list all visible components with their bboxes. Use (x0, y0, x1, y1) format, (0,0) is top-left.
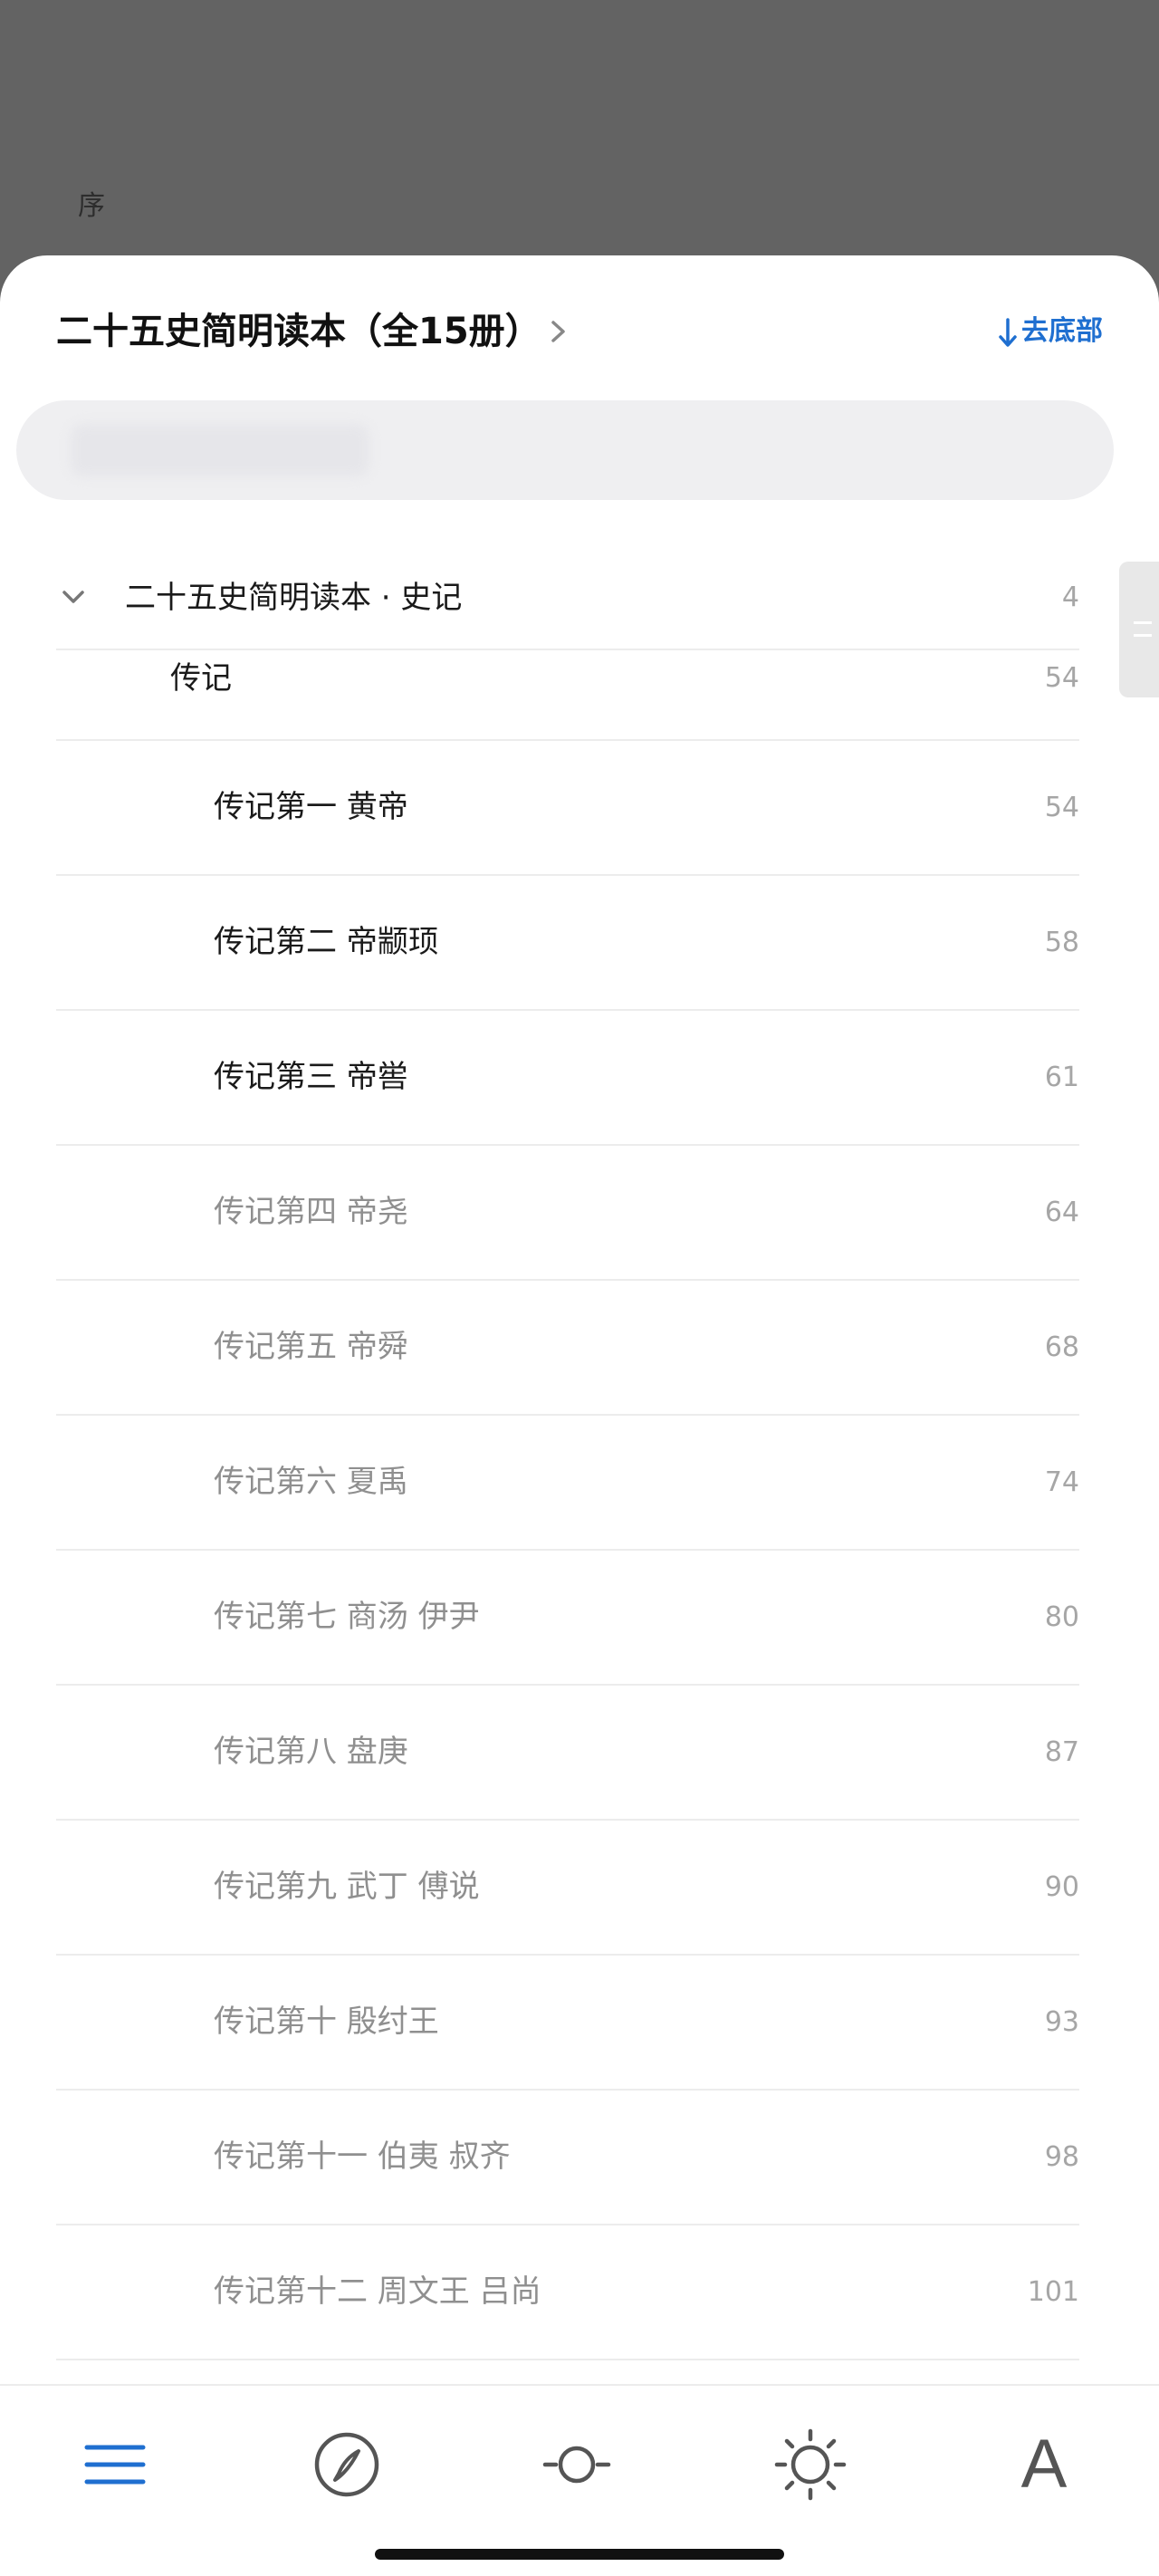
toc-list: 二十五史简明读本 · 史记 4 传记 54 传记第一 黄帝 54 传记第二 帝颛顼 5… (56, 547, 1079, 2360)
toc-item-label: 传记第三 帝喾 (214, 1059, 408, 1095)
toc-section-label: 二十五史简明读本 · 史记 (125, 580, 463, 616)
toc-item-label: 传记第八 盘庚 (214, 1734, 408, 1770)
book-title[interactable]: 二十五史简明读本（全15册） (56, 303, 541, 360)
progress-icon[interactable] (536, 2424, 618, 2505)
toc-subsection-label: 传记 (170, 660, 232, 697)
toc-item-label: 传记第五 帝舜 (214, 1329, 408, 1365)
toc-item-label: 传记第九 武丁 傅说 (214, 1869, 480, 1905)
chevron-down-icon[interactable] (60, 583, 87, 610)
toc-item-label: 传记第六 夏禹 (214, 1464, 408, 1500)
home-indicator (375, 2549, 784, 2560)
scroll-handle[interactable] (1119, 562, 1159, 697)
toc-item-row[interactable]: 传记第七 商汤 伊尹 80 (56, 1551, 1079, 1686)
toc-item-page: 98 (1044, 2141, 1079, 2173)
toc-item-label: 传记第二 帝颛顼 (214, 924, 439, 960)
compass-icon[interactable] (306, 2424, 388, 2505)
toc-item-page: 74 (1044, 1466, 1079, 1498)
font-icon[interactable]: A (1003, 2424, 1085, 2505)
toc-item-page: 68 (1044, 1331, 1079, 1363)
toc-icon[interactable] (74, 2424, 156, 2505)
toc-item-page: 101 (1027, 2276, 1079, 2308)
sheet-header: 二十五史简明读本（全15册） 去底部 (56, 303, 1103, 360)
toc-subsection-row[interactable]: 传记 54 (56, 650, 1079, 741)
search-bar[interactable] (16, 400, 1114, 500)
toc-item-row[interactable]: 传记第十二 周文王 吕尚 101 (56, 2225, 1079, 2360)
toc-item-page: 58 (1044, 927, 1079, 958)
toc-item-page: 93 (1044, 2006, 1079, 2038)
chevron-right-icon[interactable] (547, 319, 570, 344)
search-placeholder-blur (71, 424, 369, 476)
bottom-toolbar: A (0, 2384, 1159, 2576)
toc-section-page: 4 (1061, 582, 1079, 613)
toc-item-row[interactable]: 传记第三 帝喾 61 (56, 1011, 1079, 1146)
toc-item-label: 传记第十 殷纣王 (214, 2004, 439, 2040)
toc-item-row[interactable]: 传记第八 盘庚 87 (56, 1686, 1079, 1821)
toc-item-row[interactable]: 传记第九 武丁 傅说 90 (56, 1821, 1079, 1956)
toc-item-label: 传记第十二 周文王 吕尚 (214, 2273, 541, 2310)
brightness-icon[interactable] (770, 2424, 851, 2505)
go-to-bottom-button[interactable]: 去底部 (998, 303, 1103, 360)
toc-section-row[interactable]: 二十五史简明读本 · 史记 4 (56, 547, 1079, 650)
toc-item-row[interactable]: 传记第一 黄帝 54 (56, 741, 1079, 876)
toc-item-page: 80 (1044, 1601, 1079, 1633)
toc-item-row[interactable]: 传记第十 殷纣王 93 (56, 1956, 1079, 2091)
go-to-bottom-label: 去底部 (1021, 315, 1103, 347)
toc-item-row[interactable]: 传记第五 帝舜 68 (56, 1281, 1079, 1416)
toc-item-page: 61 (1044, 1062, 1079, 1093)
toc-item-label: 传记第七 商汤 伊尹 (214, 1599, 480, 1635)
toc-item-page: 64 (1044, 1197, 1079, 1228)
toc-item-page: 54 (1044, 792, 1079, 823)
toc-item-row[interactable]: 传记第四 帝尧 64 (56, 1146, 1079, 1281)
background-chapter-label: 序 (78, 190, 105, 222)
toc-subsection-page: 54 (1044, 662, 1079, 694)
toc-sheet: 二十五史简明读本（全15册） 去底部 二十五史简明读本 · 史记 4 传记 54… (0, 255, 1159, 2576)
arrow-down-icon (999, 317, 1017, 347)
toc-item-label: 传记第一 黄帝 (214, 789, 408, 825)
toc-item-row[interactable]: 传记第十一 伯夷 叔齐 98 (56, 2091, 1079, 2225)
toc-item-page: 90 (1044, 1871, 1079, 1903)
toc-item-label: 传记第四 帝尧 (214, 1194, 408, 1230)
toc-item-row[interactable]: 传记第六 夏禹 74 (56, 1416, 1079, 1551)
toc-item-row[interactable]: 传记第二 帝颛顼 58 (56, 876, 1079, 1011)
toc-item-page: 87 (1044, 1736, 1079, 1768)
toc-item-label: 传记第十一 伯夷 叔齐 (214, 2139, 511, 2175)
